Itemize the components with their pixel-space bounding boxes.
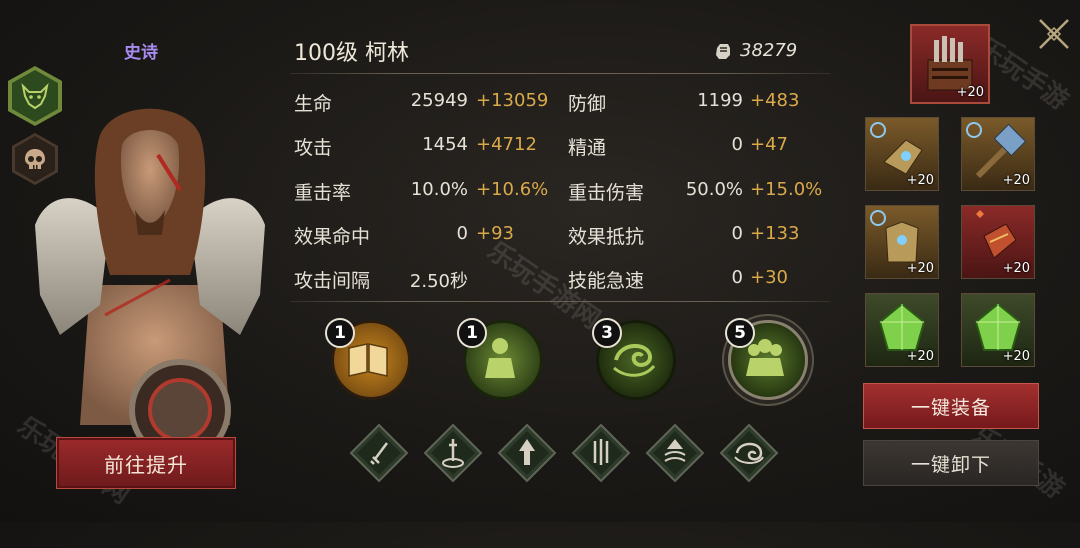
- equip-level: +20: [906, 349, 934, 364]
- stat-base: 10.0%: [410, 179, 468, 200]
- rune-slot-4[interactable]: [571, 423, 631, 483]
- rune-slot-2[interactable]: [423, 423, 483, 483]
- stat-bonus: +13059: [476, 90, 549, 111]
- rune-slot-1[interactable]: [349, 423, 409, 483]
- divider: [290, 301, 830, 302]
- stat-label: 生命: [294, 93, 333, 115]
- equip-slot[interactable]: +20: [865, 117, 939, 191]
- stat-label: 防御: [568, 93, 607, 115]
- equip-level: +20: [956, 85, 984, 100]
- equip-level: +20: [1002, 349, 1030, 364]
- equip-slot[interactable]: +20: [961, 293, 1035, 367]
- hero-portrait: [35, 108, 265, 445]
- rune-slot-6[interactable]: [719, 423, 779, 483]
- stat-base: 1454: [422, 134, 468, 155]
- equip-all-button[interactable]: 一键装备: [863, 383, 1039, 429]
- stat-label: 效果命中: [294, 226, 371, 248]
- upgrade-button[interactable]: 前往提升: [56, 437, 236, 489]
- equip-slot[interactable]: +20: [961, 205, 1035, 279]
- equip-slot[interactable]: +20: [865, 293, 939, 367]
- stat-label: 攻击: [294, 137, 333, 159]
- equip-level: +20: [906, 173, 934, 188]
- hero-name: 100级 柯林: [294, 41, 409, 66]
- stat-base: 0: [731, 223, 743, 244]
- stat-bonus: +93: [476, 223, 514, 244]
- stat-bonus: +483: [750, 90, 800, 111]
- stat-bonus: +30: [750, 267, 788, 288]
- stat-base: 0: [731, 134, 743, 155]
- rune-slot-5[interactable]: [645, 423, 705, 483]
- equip-level: +20: [906, 261, 934, 276]
- stat-label: 重击伤害: [568, 182, 645, 204]
- stat-base: 1199: [697, 90, 743, 111]
- combat-power: 38279: [740, 40, 798, 61]
- stat-label: 技能急速: [568, 270, 645, 292]
- skill-level-badge: 1: [325, 318, 355, 348]
- stat-label: 精通: [568, 137, 607, 159]
- equip-level: +20: [1002, 173, 1030, 188]
- unequip-all-button[interactable]: 一键卸下: [863, 440, 1039, 486]
- rune-slot-3[interactable]: [497, 423, 557, 483]
- stat-label: 效果抵抗: [568, 226, 645, 248]
- equip-level: +20: [1002, 261, 1030, 276]
- stat-label: 攻击间隔: [294, 270, 371, 292]
- stat-base: 0: [456, 223, 468, 244]
- stat-label: 重击率: [294, 182, 352, 204]
- stat-bonus: +4712: [476, 134, 537, 155]
- fist-icon: [716, 44, 730, 59]
- divider: [290, 73, 830, 74]
- skill-level-badge: 1: [457, 318, 487, 348]
- skill-level-badge: 3: [592, 318, 622, 348]
- equip-slot[interactable]: +20: [865, 205, 939, 279]
- equip-slot-top[interactable]: +20: [910, 24, 990, 104]
- stat-base: 2.50秒: [409, 271, 468, 292]
- stat-bonus: +10.6%: [476, 179, 549, 200]
- stat-bonus: +133: [750, 223, 800, 244]
- close-icon[interactable]: [1034, 14, 1074, 54]
- stat-base: 25949: [410, 90, 468, 111]
- stat-bonus: +47: [750, 134, 788, 155]
- equip-slot[interactable]: +20: [961, 117, 1035, 191]
- rarity-label: 史诗: [124, 43, 158, 63]
- stat-bonus: +15.0%: [750, 179, 823, 200]
- stat-base: 50.0%: [685, 179, 743, 200]
- skill-level-badge: 5: [725, 318, 755, 348]
- stat-base: 0: [731, 267, 743, 288]
